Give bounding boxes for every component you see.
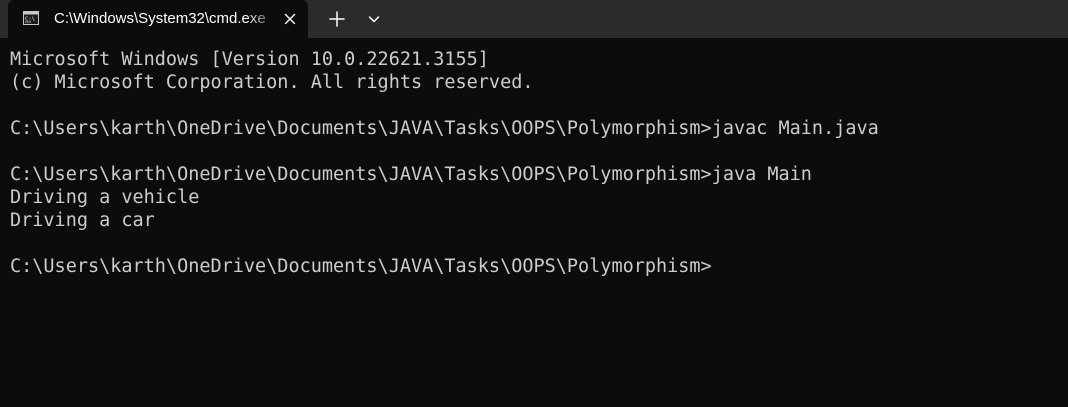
- plus-icon[interactable]: [326, 9, 348, 29]
- console-output[interactable]: Microsoft Windows [Version 10.0.22621.31…: [0, 38, 1068, 407]
- console-line: C:\Users\karth\OneDrive\Documents\JAVA\T…: [10, 118, 879, 139]
- tab-title: C:\Windows\System32\cmd.exe: [54, 10, 266, 27]
- tab-strip: C:\ C:\Windows\System32\cmd.exe: [0, 0, 1068, 38]
- close-icon[interactable]: [282, 11, 298, 27]
- terminal-window: C:\ C:\Windows\System32\cmd.exe Microsof…: [0, 0, 1068, 407]
- chevron-down-icon[interactable]: [365, 10, 383, 28]
- console-line: C:\Users\karth\OneDrive\Documents\JAVA\T…: [10, 164, 812, 185]
- console-line: Driving a vehicle: [10, 187, 200, 208]
- console-line: (c) Microsoft Corporation. All rights re…: [10, 72, 534, 93]
- console-line: Microsoft Windows [Version 10.0.22621.31…: [10, 49, 489, 70]
- console-prompt-line: C:\Users\karth\OneDrive\Documents\JAVA\T…: [10, 256, 712, 277]
- console-icon: C:\: [23, 11, 39, 25]
- tab-cmd[interactable]: C:\ C:\Windows\System32\cmd.exe: [8, 0, 308, 38]
- console-line: Driving a car: [10, 210, 155, 231]
